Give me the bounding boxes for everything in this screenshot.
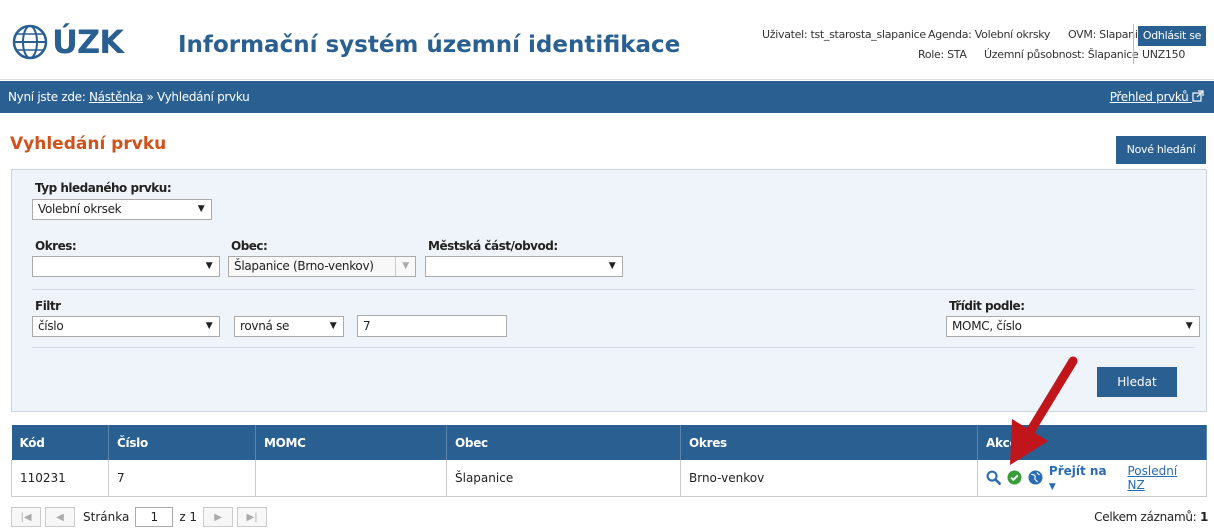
page-count-label: z 1 (179, 510, 198, 524)
previous-page-icon[interactable]: ◀ (45, 507, 75, 527)
external-link-icon (1192, 90, 1204, 102)
cell-cislo: 7 (108, 460, 256, 497)
last-nz-link[interactable]: Poslední NZ (1128, 464, 1199, 492)
filter-operator-value: rovná se (240, 319, 290, 333)
divider (32, 289, 1195, 290)
page-title: Vyhledání prvku (10, 134, 167, 154)
obec-select-value: Šlapanice (Brno-venkov) (234, 259, 374, 273)
app-header: ÚZK Informační systém územní identifikac… (0, 0, 1214, 80)
logout-button[interactable]: Odhlásit se (1138, 26, 1206, 46)
next-page-icon[interactable]: ▶ (203, 507, 234, 527)
okres-label: Okres: (35, 239, 77, 253)
element-overview-link[interactable]: Přehled prvků (1110, 90, 1204, 104)
filter-value-input[interactable]: 7 (357, 315, 507, 337)
caret-down-icon: ▼ (1048, 481, 1056, 492)
element-overview-label: Přehled prvků (1109, 90, 1189, 104)
total-records-label: Celkem záznamů: (1094, 510, 1197, 524)
first-page-icon[interactable]: |◀ (11, 507, 41, 527)
magnifier-icon[interactable] (986, 470, 1001, 486)
sort-select-value: MOMC, číslo (952, 319, 1022, 333)
search-button[interactable]: Hledat (1097, 367, 1177, 397)
page-number-input[interactable]: 1 (135, 507, 174, 527)
column-header-momc[interactable]: MOMC (255, 425, 447, 460)
type-select[interactable]: Volební okrsek ▼ (32, 199, 212, 220)
filter-label: Filtr (35, 299, 61, 313)
divider (32, 347, 1195, 348)
chevron-down-icon: ▼ (205, 261, 213, 271)
scope-label: Územní působnost: Šlapanice (984, 48, 1139, 61)
column-header-obec[interactable]: Obec (446, 425, 681, 460)
check-circle-icon[interactable] (1007, 470, 1022, 485)
chevron-down-icon: ▼ (395, 257, 415, 276)
chevron-down-icon: ▼ (608, 261, 616, 271)
cell-obec: Šlapanice (446, 460, 681, 497)
filter-operator-select[interactable]: rovná se ▼ (234, 316, 344, 337)
mestska-cast-label: Městská část/obvod: (428, 239, 558, 253)
column-header-cislo[interactable]: Číslo (108, 425, 256, 460)
column-header-okres[interactable]: Okres (680, 425, 978, 460)
new-search-button[interactable]: Nové hledání (1116, 136, 1206, 164)
type-select-value: Volební okrsek (38, 202, 122, 216)
app-title: Informační systém územní identifikace (178, 32, 681, 58)
obec-select[interactable]: Šlapanice (Brno-venkov) ▼ (228, 256, 416, 277)
total-records: Celkem záznamů: 1 (1094, 510, 1208, 524)
breadcrumb-dashboard-link[interactable]: Nástěnka (89, 90, 143, 104)
cell-kod: 110231 (11, 460, 109, 497)
breadcrumb: Nyní jste zde: Nástěnka » Vyhledání prvk… (8, 90, 250, 104)
breadcrumb-current: Vyhledání prvku (157, 90, 250, 104)
cell-momc (255, 460, 447, 497)
filter-field-select[interactable]: číslo ▼ (32, 316, 220, 337)
breadcrumb-separator: » (146, 90, 154, 104)
chevron-down-icon: ▼ (197, 204, 205, 214)
type-label: Typ hledaného prvku: (35, 181, 172, 195)
pager: |◀ ◀ Stránka 1 z 1 ▶ ▶| (11, 506, 271, 528)
navigation-bar: Nyní jste zde: Nástěnka » Vyhledání prvk… (0, 81, 1214, 113)
column-header-kod[interactable]: Kód (11, 425, 109, 460)
user-label: Uživatel: tst_starosta_slapanice (762, 28, 926, 41)
role-label: Role: STA (918, 48, 967, 61)
obec-label: Obec: (231, 239, 268, 253)
logo-text: ÚZK (52, 23, 124, 61)
globe-icon[interactable] (1028, 470, 1043, 485)
sort-select[interactable]: MOMC, číslo ▼ (946, 316, 1200, 337)
cell-okres: Brno-venkov (680, 460, 978, 497)
filter-field-value: číslo (38, 319, 64, 333)
chevron-down-icon: ▼ (1185, 321, 1193, 331)
cuzk-logo[interactable]: ÚZK (12, 22, 124, 62)
unit-code: UNZ150 (1142, 48, 1186, 61)
globe-logo-icon (12, 24, 48, 60)
breadcrumb-prefix: Nyní jste zde: (8, 90, 86, 104)
chevron-down-icon: ▼ (205, 321, 213, 331)
chevron-down-icon: ▼ (329, 321, 337, 331)
header-divider (1133, 24, 1134, 64)
okres-select[interactable]: ▼ (32, 256, 220, 277)
sort-label: Třídit podle: (949, 299, 1025, 313)
mestska-cast-select[interactable]: ▼ (425, 256, 623, 277)
page-label: Stránka (83, 510, 130, 524)
agenda-label: Agenda: Volební okrsky (928, 28, 1051, 41)
red-arrow-icon (1010, 356, 1078, 465)
last-page-icon[interactable]: ▶| (237, 507, 268, 527)
total-records-value: 1 (1199, 510, 1208, 524)
